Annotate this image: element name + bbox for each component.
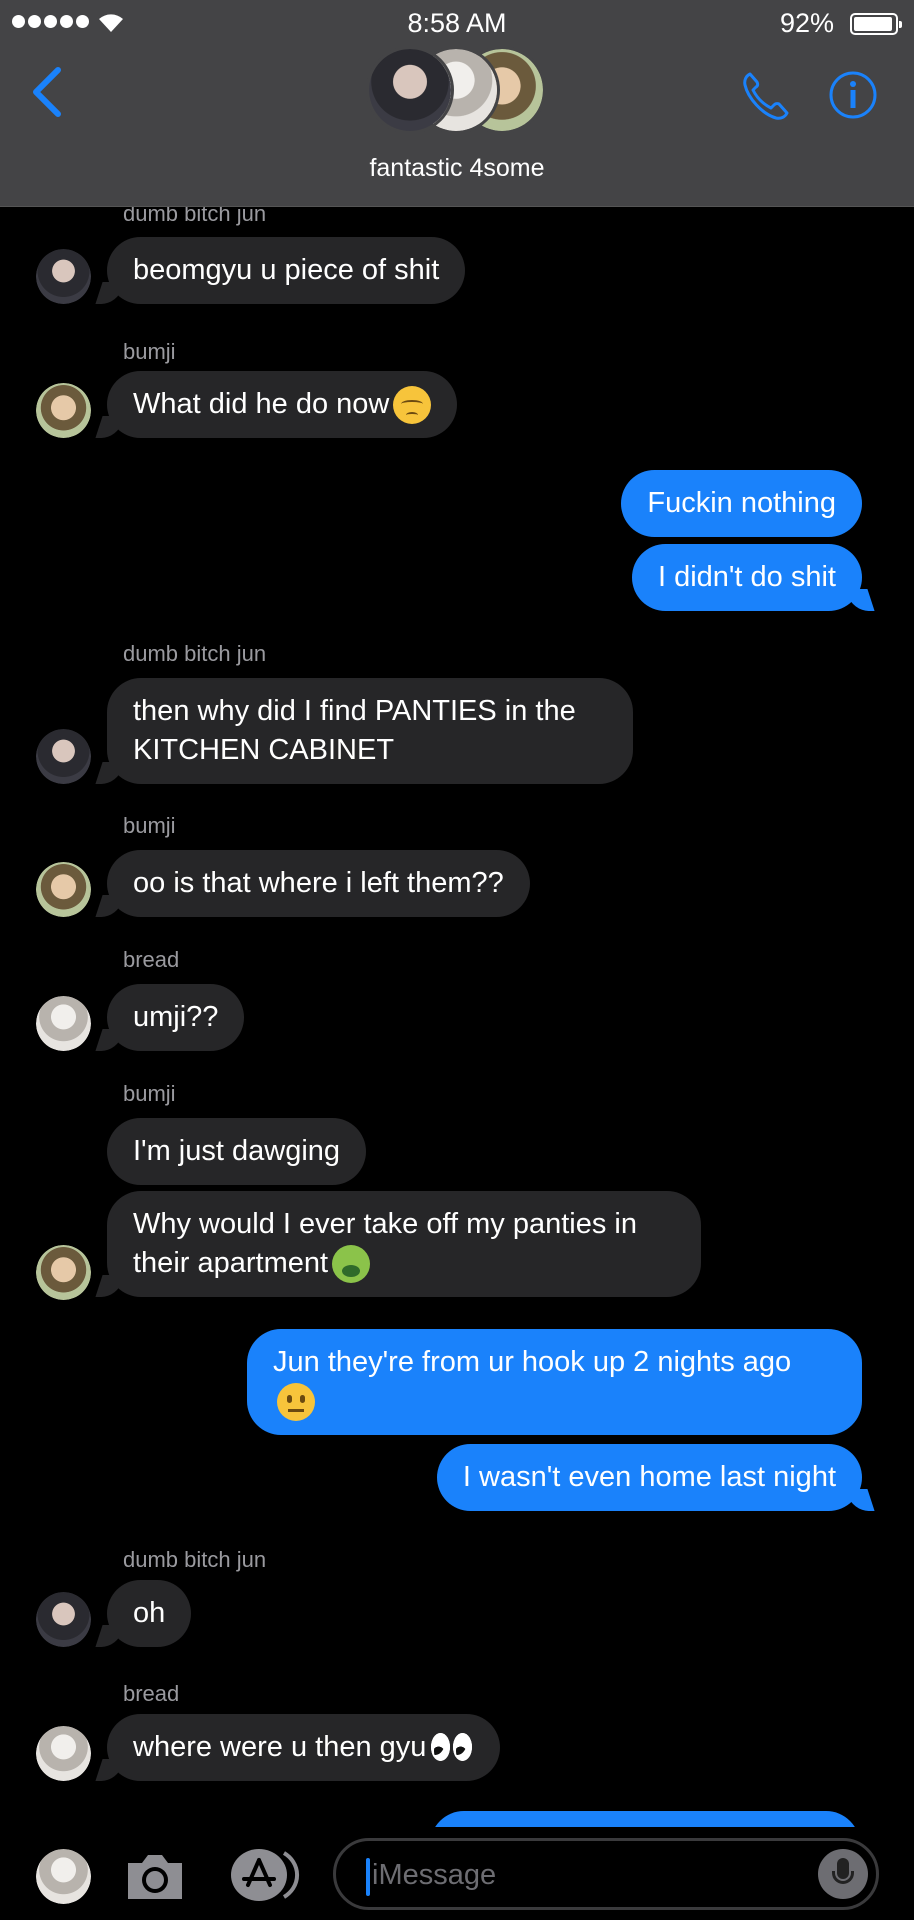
message-text: What did he do now (133, 388, 390, 420)
message-bubble[interactable]: I'm just dawging (107, 1118, 367, 1185)
avatar-jun (366, 46, 454, 134)
microphone-icon[interactable] (818, 1849, 868, 1899)
message-text: Jun they're from ur hook up 2 nights ago (273, 1346, 792, 1378)
compose-bar: iMessage (0, 1827, 914, 1920)
message-text: Fuckin nothing (647, 487, 836, 519)
sender-name: bumji (123, 339, 176, 364)
avatar (36, 1245, 91, 1300)
camera-icon[interactable] (124, 1849, 186, 1903)
pensive-face-icon (393, 386, 432, 425)
sender-name: bread (123, 947, 180, 972)
message-bubble[interactable]: Jun they're from ur hook up 2 nights ago (247, 1329, 862, 1436)
avatar (36, 862, 91, 917)
battery-icon (850, 13, 902, 35)
message-bubble[interactable]: What did he do now (107, 371, 458, 439)
message-input[interactable]: iMessage (333, 1838, 879, 1910)
message-text: umji?? (133, 1001, 219, 1033)
message-bubble[interactable]: where were u then gyu (107, 1714, 501, 1782)
sender-name: bread (123, 1681, 180, 1706)
back-button[interactable] (28, 66, 68, 118)
message-text: Why would I ever take off my panties in … (133, 1208, 637, 1279)
message-bubble[interactable]: beomgyu u piece of shit (107, 237, 466, 304)
group-title[interactable]: fantastic 4some (0, 154, 914, 183)
phone-icon[interactable] (738, 68, 794, 124)
sender-name: dumb bitch jun (123, 641, 267, 666)
message-bubble[interactable]: Fuckin nothing (621, 470, 862, 537)
avatar (36, 996, 91, 1051)
status-bar: 8:58 AM 92% (0, 6, 914, 40)
message-text: I'm just dawging (133, 1135, 341, 1167)
group-avatars[interactable] (366, 46, 546, 136)
info-icon[interactable] (828, 70, 878, 120)
message-text: beomgyu u piece of shit (133, 254, 440, 286)
message-text: then why did I find PANTIES in the KITCH… (133, 695, 576, 766)
nauseated-face-icon (332, 1245, 371, 1284)
avatar (36, 383, 91, 438)
message-bubble[interactable]: oh (107, 1580, 192, 1647)
text-caret (366, 1858, 370, 1896)
navigation-header: 8:58 AM 92% fantastic 4some (0, 0, 914, 207)
message-text: oo is that where i left them?? (133, 867, 504, 899)
message-bubble[interactable]: oo is that where i left them?? (107, 850, 530, 917)
sender-name: bumji (123, 813, 176, 838)
sender-name: dumb bitch jun (123, 207, 267, 226)
avatar (36, 1592, 91, 1647)
message-text: where were u then gyu (133, 1731, 427, 1763)
my-avatar[interactable] (36, 1849, 91, 1904)
message-placeholder: iMessage (372, 1859, 497, 1891)
message-bubble[interactable]: I didn't do shit (631, 544, 862, 611)
message-text: I didn't do shit (657, 561, 836, 593)
status-time: 8:58 AM (407, 8, 507, 38)
eyes-icon (430, 1729, 474, 1767)
message-text: oh (133, 1597, 166, 1629)
avatar (36, 249, 91, 304)
app-store-icon[interactable] (226, 1847, 300, 1903)
message-thread[interactable]: dumb bitch jun beomgyu u piece of shit b… (0, 207, 914, 1827)
message-bubble[interactable]: then why did I find PANTIES in the KITCH… (107, 678, 633, 784)
avatar (36, 729, 91, 784)
battery-percentage: 92% (779, 8, 834, 38)
message-bubble-partial[interactable] (430, 1811, 860, 1827)
message-text: I wasn't even home last night (462, 1461, 836, 1493)
message-bubble[interactable]: umji?? (107, 984, 245, 1051)
message-bubble[interactable]: I wasn't even home last night (436, 1444, 862, 1511)
avatar (36, 1726, 91, 1781)
message-bubble[interactable]: Why would I ever take off my panties in … (107, 1191, 701, 1298)
neutral-face-icon (277, 1383, 315, 1422)
sender-name: bumji (123, 1081, 176, 1106)
sender-name: dumb bitch jun (123, 1547, 267, 1572)
